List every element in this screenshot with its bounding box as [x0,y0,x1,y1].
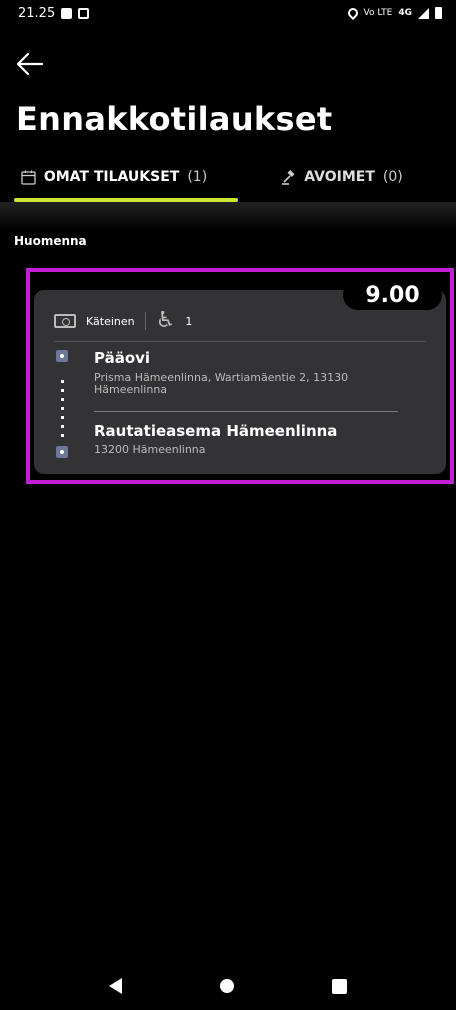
app-notification-icon [78,7,90,19]
payment-divider [144,312,146,330]
gavel-icon [282,169,295,185]
system-nav-bar [0,962,456,1010]
dropoff-address: 13200 Hämeenlinna [94,443,206,456]
back-arrow-icon[interactable] [16,52,44,76]
tab-avoimet-label: AVOIMET [304,169,375,185]
order-time-badge: 9.00 [343,280,442,310]
volte-label: Vo LTE [363,8,393,18]
route-line [61,380,64,440]
tab-bar: OMAT TILAUKSET (1) AVOIMET (0) [0,152,456,202]
section-date-label: Huomenna [14,234,87,248]
tab-omat-label: OMAT TILAUKSET [43,169,180,185]
page-title: Ennakkotilaukset [16,100,333,138]
signal-icon [418,7,429,19]
calendar-icon [21,170,36,185]
nav-home-icon[interactable] [220,979,234,993]
wheelchair-icon: ♿ [155,308,176,333]
cash-icon [54,314,76,328]
pickup-address: Prisma Hämeenlinna, Wartiamäentie 2, 131… [94,371,349,396]
payment-method: Käteinen [86,314,135,328]
nav-back-icon[interactable] [109,978,122,994]
stop-divider [94,411,398,412]
wheelchair-count: 1 [185,314,193,328]
tab-avoimet[interactable]: AVOIMET (0) [228,152,456,202]
pickup-icon [56,350,68,362]
dropoff-pin-icon [56,446,68,458]
tab-omat-tilaukset[interactable]: OMAT TILAUKSET (1) [0,152,238,202]
payment-row: Käteinen ♿ 1 [54,308,192,334]
pickup-name: Pääovi [94,349,151,367]
card-divider [54,341,426,342]
tab-avoimet-count: (0) [382,169,403,185]
dropoff-name: Rautatieasema Hämeenlinna [94,422,338,440]
status-time: 21.25 [18,5,56,21]
tab-omat-count: (1) [187,169,208,185]
battery-icon [435,7,442,19]
tab-shadow [0,202,456,230]
image-notification-icon [61,7,73,19]
location-icon [345,5,360,21]
nav-recents-icon[interactable] [332,978,347,994]
network-type: 4G [398,8,412,18]
status-bar: 21.25 Vo LTE 4G [0,0,456,26]
